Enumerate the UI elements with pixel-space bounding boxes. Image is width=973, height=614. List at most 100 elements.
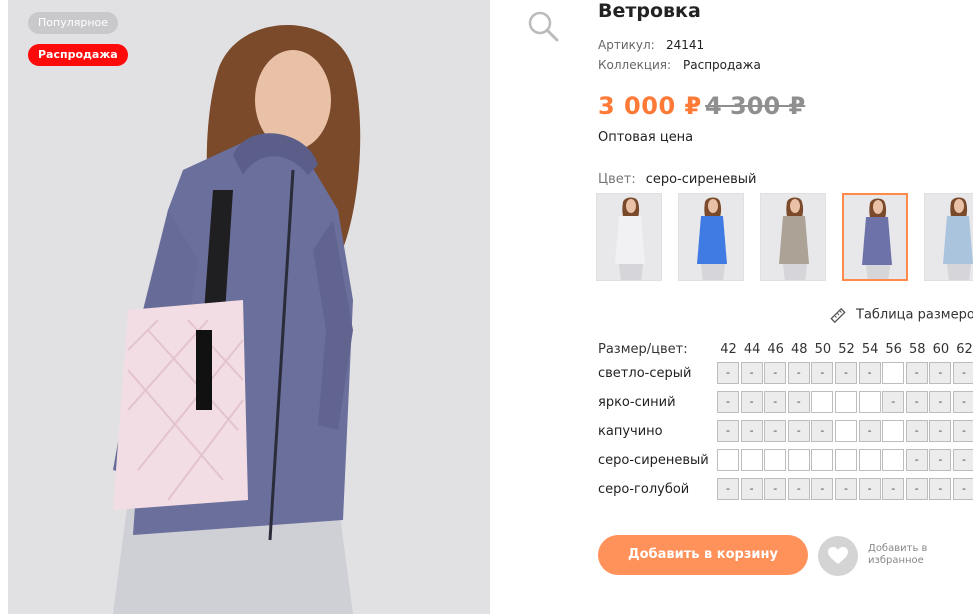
grid-header: Размер/цвет: (598, 342, 688, 357)
unavailable-cell: - (717, 362, 739, 384)
unavailable-cell: - (811, 362, 834, 384)
quantity-cell[interactable] (811, 391, 834, 413)
size-table-link[interactable]: Таблица размеров (830, 307, 973, 324)
size-column-header: 44 (743, 342, 761, 357)
ruler-icon (830, 307, 846, 324)
quantity-cell[interactable] (835, 449, 857, 471)
size-column-header: 62 (956, 342, 973, 357)
unavailable-cell: - (953, 420, 973, 442)
unavailable-cell: - (858, 478, 881, 500)
unavailable-cell: - (717, 478, 739, 500)
sku-row: Артикул: 24141 (598, 38, 704, 52)
unavailable-cell: - (740, 420, 763, 442)
product-title: Ветровка (598, 0, 701, 22)
color-thumbnail[interactable] (678, 193, 744, 281)
size-column-header: 54 (861, 342, 879, 357)
unavailable-cell: - (717, 391, 739, 413)
sku-value: 24141 (666, 38, 705, 52)
quantity-cell[interactable] (858, 449, 881, 471)
grid-row-label: серо-сиреневый (598, 453, 709, 468)
favorite-button[interactable] (818, 536, 858, 576)
heart-icon (828, 547, 848, 564)
unavailable-cell: - (953, 362, 973, 384)
color-row: Цвет: серо-сиреневый (598, 172, 756, 187)
quantity-cell[interactable] (882, 362, 905, 384)
unavailable-cell: - (764, 478, 787, 500)
color-thumbnail[interactable] (596, 193, 662, 281)
quantity-cell[interactable] (882, 420, 905, 442)
quantity-cell[interactable] (717, 449, 739, 471)
quantity-cell[interactable] (764, 449, 787, 471)
unavailable-cell: - (740, 362, 763, 384)
unavailable-cell: - (835, 362, 857, 384)
price-note: Оптовая цена (598, 130, 694, 145)
color-thumbnail[interactable] (924, 193, 973, 281)
unavailable-cell: - (929, 420, 952, 442)
size-column-header: 52 (838, 342, 855, 357)
unavailable-cell: - (764, 362, 787, 384)
product-photo[interactable]: Популярное Распродажа (8, 0, 490, 614)
unavailable-cell: - (882, 391, 905, 413)
color-thumbnail[interactable] (760, 193, 826, 281)
unavailable-cell: - (835, 478, 857, 500)
size-column-header: 56 (885, 342, 902, 357)
unavailable-cell: - (787, 362, 810, 384)
unavailable-cell: - (929, 449, 952, 471)
unavailable-cell: - (953, 478, 973, 500)
old-price: 4 300 ₽ (705, 92, 806, 120)
size-column-header: 60 (932, 342, 950, 357)
grid-row-label: капучино (598, 424, 663, 439)
unavailable-cell: - (929, 391, 952, 413)
unavailable-cell: - (858, 362, 881, 384)
unavailable-cell: - (905, 362, 928, 384)
unavailable-cell: - (858, 420, 881, 442)
collection-value: Распродажа (683, 58, 761, 72)
unavailable-cell: - (905, 420, 928, 442)
quantity-cell[interactable] (882, 449, 905, 471)
unavailable-cell: - (787, 478, 810, 500)
unavailable-cell: - (717, 420, 739, 442)
quantity-cell[interactable] (858, 391, 881, 413)
quantity-cell[interactable] (787, 449, 810, 471)
color-thumbnail[interactable] (842, 193, 908, 281)
popular-badge: Популярное (28, 12, 119, 34)
size-column-header: 58 (909, 342, 926, 357)
quantity-cell[interactable] (811, 449, 834, 471)
unavailable-cell: - (764, 420, 787, 442)
unavailable-cell: - (740, 478, 763, 500)
size-column-header: 46 (767, 342, 784, 357)
unavailable-cell: - (953, 449, 973, 471)
model-illustration (8, 0, 490, 614)
unavailable-cell: - (953, 391, 973, 413)
price: 3 000 ₽ (598, 92, 702, 120)
unavailable-cell: - (929, 478, 952, 500)
unavailable-cell: - (787, 420, 810, 442)
favorite-label[interactable]: Добавить в избранное (868, 543, 958, 567)
grid-row-label: серо-голубой (598, 482, 690, 497)
unavailable-cell: - (882, 478, 905, 500)
quantity-cell[interactable] (740, 449, 763, 471)
add-to-cart-button[interactable]: Добавить в корзину (598, 535, 808, 575)
grid-row-label: ярко-синий (598, 395, 676, 410)
unavailable-cell: - (929, 362, 952, 384)
unavailable-cell: - (787, 391, 810, 413)
zoom-icon[interactable] (527, 10, 559, 42)
size-column-header: 50 (814, 342, 832, 357)
sale-badge: Распродажа (28, 44, 128, 66)
quantity-cell[interactable] (835, 391, 857, 413)
quantity-cell[interactable] (835, 420, 857, 442)
sku-label: Артикул: (598, 38, 655, 52)
size-column-header: 48 (791, 342, 808, 357)
unavailable-cell: - (905, 391, 928, 413)
size-table-label: Таблица размеров (856, 307, 973, 323)
grid-row-label: светло-серый (598, 366, 692, 381)
collection-label: Коллекция: (598, 58, 672, 72)
unavailable-cell: - (905, 478, 928, 500)
unavailable-cell: - (740, 391, 763, 413)
color-value: серо-сиреневый (645, 172, 757, 187)
size-column-header: 42 (720, 342, 737, 357)
unavailable-cell: - (811, 420, 834, 442)
collection-row: Коллекция: Распродажа (598, 58, 761, 72)
unavailable-cell: - (764, 391, 787, 413)
unavailable-cell: - (811, 478, 834, 500)
